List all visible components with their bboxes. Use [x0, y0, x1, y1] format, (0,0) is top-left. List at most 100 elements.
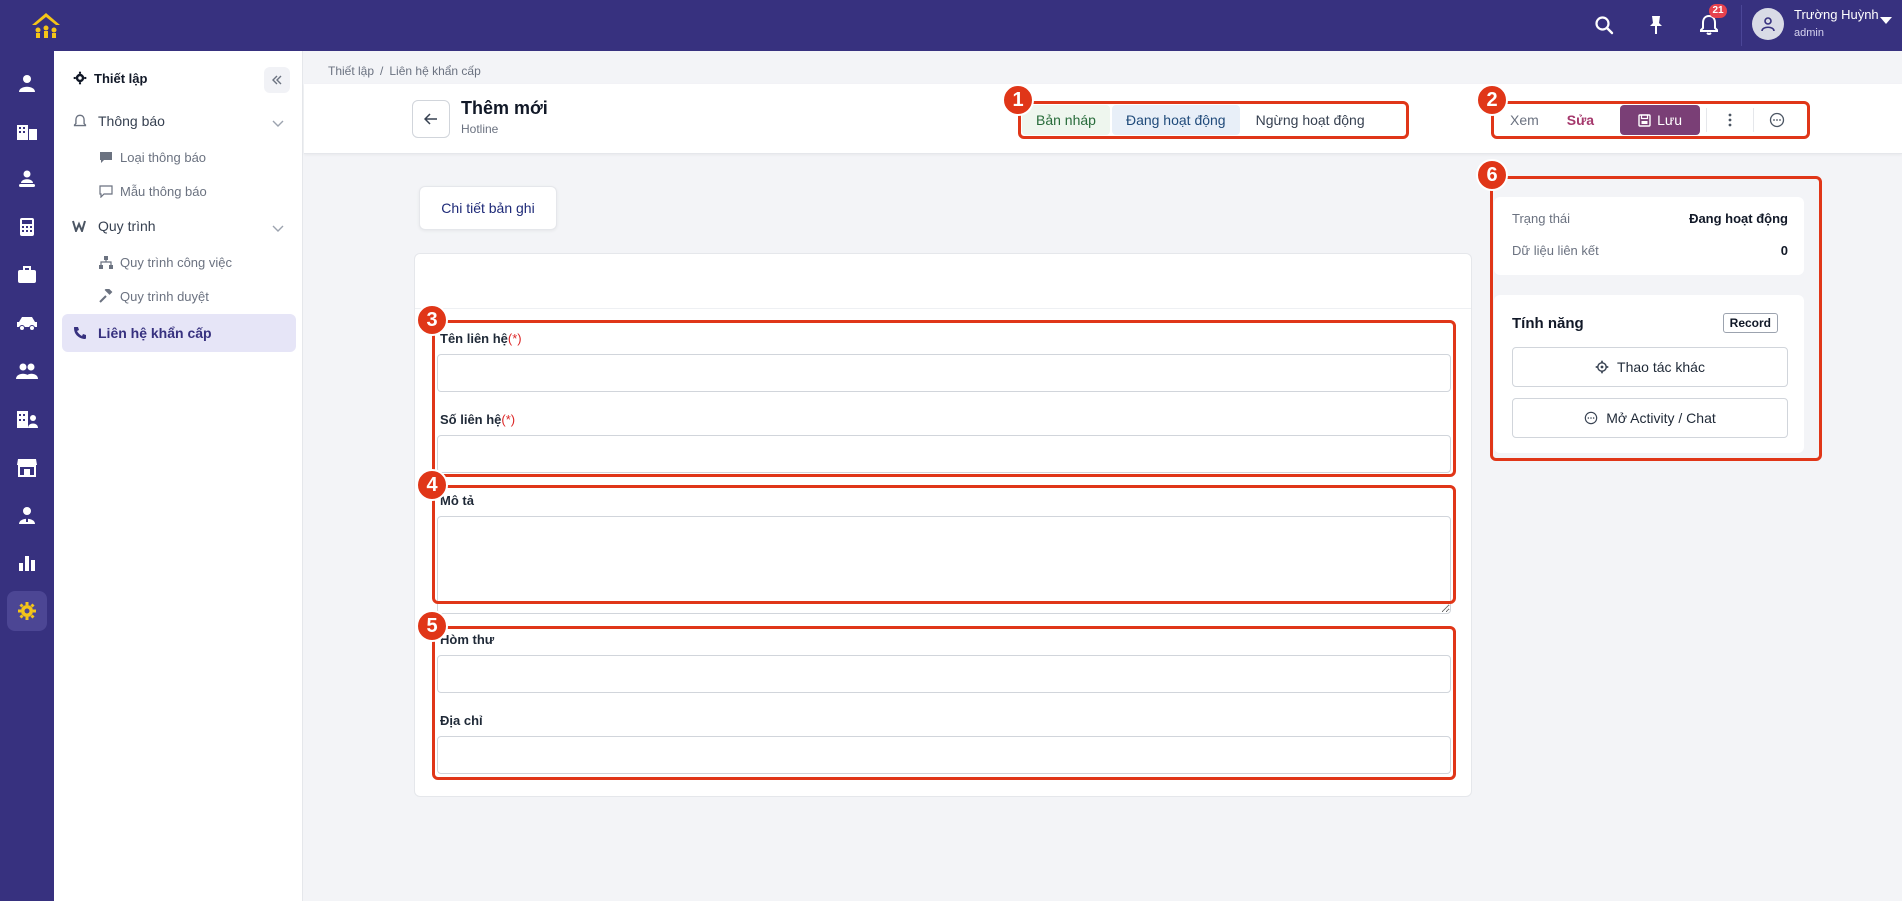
more-options-icon[interactable] [1713, 105, 1747, 135]
sidebar-group-label: Quy trình [98, 218, 156, 234]
chat-icon[interactable] [1760, 105, 1794, 135]
chevron-down-icon [272, 115, 284, 131]
record-actions: Xem Sửa Lưu [1496, 104, 1794, 136]
gear-icon [72, 70, 88, 86]
sidebar: Thiết lập Thông báo Loại thông báo Mẫu t… [54, 51, 303, 901]
user-group-icon[interactable] [7, 159, 47, 199]
sidebar-item-lien-he-khan-cap[interactable]: Liên hệ khẩn cấp [62, 314, 296, 352]
contact-name-label: Tên liên hệ(*) [440, 331, 522, 346]
top-bar: 21 Trường Huỳnh admin [0, 0, 1902, 51]
status-value: Đang hoạt động [1689, 211, 1788, 226]
sidebar-group-quy-trinh[interactable]: Quy trình [62, 210, 296, 242]
gear-icon[interactable] [7, 591, 47, 631]
linked-data-label: Dữ liệu liên kết [1512, 243, 1599, 258]
save-label: Lưu [1657, 112, 1683, 128]
user-role: admin [1794, 27, 1824, 39]
mailbox-input[interactable] [437, 655, 1451, 693]
status-tabs: Bản nháp Đang hoạt động Ngừng hoạt động [1022, 104, 1379, 136]
contact-name-input[interactable] [437, 354, 1451, 392]
record-info-card: Trạng thái Đang hoạt động Dữ liệu liên k… [1494, 197, 1804, 275]
description-label: Mô tả [440, 493, 474, 508]
sidebar-header: Thiết lập [62, 62, 296, 94]
sidebar-item-quy-trinh-duyet[interactable]: Quy trình duyệt [62, 280, 296, 312]
sidebar-title: Thiết lập [94, 70, 148, 86]
sidebar-item-label: Quy trình duyệt [120, 288, 209, 304]
breadcrumb-item[interactable]: Liên hệ khẩn cấp [389, 64, 480, 78]
status-tab-draft[interactable]: Bản nháp [1022, 105, 1110, 135]
other-actions-label: Thao tác khác [1617, 359, 1705, 375]
tab-record-details[interactable]: Chi tiết bản ghi [419, 186, 557, 230]
collapse-sidebar-button[interactable] [264, 67, 290, 93]
page-subtitle: Hotline [461, 122, 499, 136]
phone-icon [72, 325, 88, 341]
form-card-header [415, 254, 1471, 309]
people-icon[interactable] [7, 351, 47, 391]
save-icon [1638, 113, 1651, 127]
employee-icon[interactable] [7, 495, 47, 535]
annotation-marker: 5 [416, 610, 448, 642]
linked-data-value: 0 [1780, 243, 1788, 258]
chat-icon [1584, 411, 1598, 425]
breadcrumb: Thiết lập / Liên hệ khẩn cấp [328, 64, 481, 78]
user-name[interactable]: Trường Huỳnh [1794, 7, 1879, 22]
status-tab-active[interactable]: Đang hoạt động [1111, 105, 1240, 135]
annotation-marker: 2 [1476, 84, 1508, 116]
user-menu-caret-icon[interactable] [1880, 17, 1892, 24]
edit-button[interactable]: Sửa [1553, 105, 1608, 135]
notification-badge: 21 [1709, 4, 1727, 18]
back-button[interactable] [412, 100, 450, 138]
pin-icon[interactable] [1643, 12, 1669, 38]
status-tab-inactive[interactable]: Ngừng hoạt động [1242, 105, 1379, 135]
address-input[interactable] [437, 736, 1451, 774]
save-button[interactable]: Lưu [1620, 105, 1701, 135]
annotation-marker: 4 [416, 469, 448, 501]
chevron-down-icon [272, 220, 284, 236]
building-icon[interactable] [7, 111, 47, 151]
sitemap-icon [98, 254, 114, 270]
gear-icon [1595, 360, 1609, 374]
sidebar-item-mau-thong-bao[interactable]: Mẫu thông báo [62, 175, 296, 207]
open-activity-chat-button[interactable]: Mở Activity / Chat [1512, 398, 1788, 438]
calculator-icon[interactable] [7, 207, 47, 247]
divider [1753, 108, 1755, 132]
briefcase-icon[interactable] [7, 255, 47, 295]
car-icon[interactable] [7, 303, 47, 343]
record-badge: Record [1722, 313, 1778, 333]
comment-icon [98, 183, 114, 199]
address-label: Địa chỉ [440, 713, 483, 728]
sidebar-item-label: Quy trình công việc [120, 254, 232, 270]
sidebar-item-label: Mẫu thông báo [120, 183, 207, 199]
page-title: Thêm mới [461, 98, 548, 118]
description-textarea[interactable] [437, 516, 1451, 614]
person-icon[interactable] [7, 63, 47, 103]
chart-icon[interactable] [7, 543, 47, 583]
other-actions-button[interactable]: Thao tác khác [1512, 347, 1788, 387]
open-activity-label: Mở Activity / Chat [1606, 410, 1716, 426]
mailbox-label: Hòm thư [440, 632, 495, 647]
divider [1706, 108, 1708, 132]
features-title: Tính năng [1512, 315, 1584, 332]
annotation-marker: 6 [1476, 159, 1508, 191]
app-logo[interactable] [30, 11, 62, 39]
top-divider [1741, 5, 1742, 46]
contact-number-input[interactable] [437, 435, 1451, 473]
sidebar-group-thong-bao[interactable]: Thông báo [62, 105, 296, 137]
annotation-marker: 3 [416, 304, 448, 336]
icon-rail [0, 51, 54, 901]
sidebar-item-loai-thong-bao[interactable]: Loại thông báo [62, 141, 296, 173]
gavel-icon [98, 288, 114, 304]
sidebar-item-label: Liên hệ khẩn cấp [98, 325, 212, 341]
bell-icon [72, 113, 88, 129]
features-card: Tính năng Record Thao tác khác Mở Activi… [1494, 295, 1804, 453]
contact-number-label: Số liên hệ(*) [440, 412, 516, 427]
store-icon[interactable] [7, 447, 47, 487]
breadcrumb-separator: / [380, 64, 384, 78]
sidebar-group-label: Thông báo [98, 113, 165, 129]
search-icon[interactable] [1591, 12, 1617, 38]
office-icon[interactable] [7, 399, 47, 439]
status-label: Trạng thái [1512, 211, 1571, 226]
sidebar-item-quy-trinh-cong-viec[interactable]: Quy trình công việc [62, 246, 296, 278]
workflow-icon [72, 218, 88, 234]
breadcrumb-item[interactable]: Thiết lập [328, 64, 374, 78]
avatar[interactable] [1752, 8, 1784, 40]
